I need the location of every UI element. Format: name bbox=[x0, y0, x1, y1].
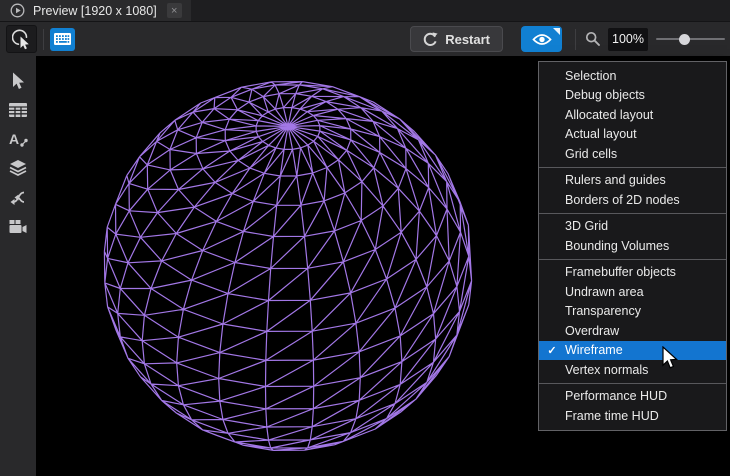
sidebar-item-text-styles[interactable]: A bbox=[3, 125, 33, 153]
video-camera-icon bbox=[9, 219, 27, 233]
zoom-slider[interactable] bbox=[656, 32, 725, 46]
menu-item-label: Bounding Volumes bbox=[565, 238, 670, 253]
play-icon bbox=[10, 3, 25, 18]
text-style-icon: A bbox=[9, 131, 28, 147]
menu-item-label: Overdraw bbox=[565, 323, 620, 338]
branch-arrows-icon bbox=[10, 191, 25, 205]
toolbar-separator bbox=[575, 28, 576, 50]
dropdown-corner-indicator bbox=[553, 28, 560, 35]
menu-separator bbox=[539, 212, 726, 214]
menu-item-borders-of-2d-nodes[interactable]: Borders of 2D nodes bbox=[539, 190, 726, 210]
eye-icon bbox=[531, 33, 552, 45]
svg-text:A: A bbox=[9, 131, 19, 147]
menu-item-label: Grid cells bbox=[565, 146, 618, 161]
menu-item-label: Performance HUD bbox=[565, 389, 668, 404]
menu-item-rulers-and-guides[interactable]: Rulers and guides bbox=[539, 171, 726, 191]
menu-separator bbox=[539, 258, 726, 260]
restart-button[interactable]: Restart bbox=[410, 26, 503, 52]
left-sidebar: A bbox=[0, 56, 36, 476]
menu-item-label: Actual layout bbox=[565, 127, 637, 142]
menu-item-framebuffer-objects[interactable]: Framebuffer objects bbox=[539, 263, 726, 283]
debug-view-menu: Selection Debug objects Allocated layout Ac… bbox=[538, 61, 727, 431]
menu-item-label: Frame time HUD bbox=[565, 408, 659, 423]
tab-bar: Preview [1920 x 1080] × bbox=[0, 0, 730, 22]
tab-close-icon[interactable]: × bbox=[166, 3, 182, 18]
menu-separator bbox=[539, 382, 726, 384]
tab-title: Preview [1920 x 1080] bbox=[33, 3, 157, 18]
menu-item-debug-objects[interactable]: Debug objects bbox=[539, 86, 726, 106]
menu-item-undrawn-area[interactable]: Undrawn area bbox=[539, 282, 726, 302]
sidebar-item-select[interactable] bbox=[3, 67, 33, 95]
preview-window: Preview [1920 x 1080] × Restart 100% A S… bbox=[0, 0, 730, 476]
zoom-slider-thumb[interactable] bbox=[679, 34, 691, 45]
menu-item-selection[interactable]: Selection bbox=[539, 66, 726, 86]
menu-item-label: 3D Grid bbox=[565, 219, 609, 234]
layers-icon bbox=[9, 160, 27, 176]
menu-item-vertex-normals[interactable]: Vertex normals bbox=[539, 360, 726, 380]
select-tool-button[interactable] bbox=[6, 25, 37, 53]
menu-item-label: Undrawn area bbox=[565, 284, 644, 299]
debug-view-dropdown-button[interactable] bbox=[521, 26, 562, 52]
keyboard-icon bbox=[54, 33, 71, 45]
menu-item-label: Wireframe bbox=[565, 343, 623, 358]
toolbar: Restart 100% bbox=[0, 22, 730, 56]
table-icon bbox=[9, 103, 27, 117]
menu-item-label: Rulers and guides bbox=[565, 173, 666, 188]
zoom-search-icon bbox=[585, 31, 600, 46]
menu-item-label: Allocated layout bbox=[565, 107, 654, 122]
restart-icon bbox=[423, 31, 438, 46]
mouse-cursor bbox=[662, 346, 679, 369]
menu-item-wireframe[interactable]: ✓ Wireframe bbox=[539, 340, 726, 360]
zoom-level-value[interactable]: 100% bbox=[608, 27, 648, 51]
menu-item-frame-time-hud[interactable]: Frame time HUD bbox=[539, 406, 726, 426]
sidebar-item-layers[interactable] bbox=[3, 154, 33, 182]
menu-item-label: Framebuffer objects bbox=[565, 265, 676, 280]
sidebar-item-grid-table[interactable] bbox=[3, 96, 33, 124]
sidebar-item-camera[interactable] bbox=[3, 212, 33, 240]
menu-item-overdraw[interactable]: Overdraw bbox=[539, 321, 726, 341]
menu-item-label: Selection bbox=[565, 68, 617, 83]
checkmark-icon: ✓ bbox=[547, 344, 557, 357]
tab-preview[interactable]: Preview [1920 x 1080] × bbox=[0, 0, 191, 21]
zoom-slider-track[interactable] bbox=[656, 38, 725, 40]
menu-item-performance-hud[interactable]: Performance HUD bbox=[539, 387, 726, 407]
menu-item-transparency[interactable]: Transparency bbox=[539, 302, 726, 322]
menu-item-actual-layout[interactable]: Actual layout bbox=[539, 125, 726, 145]
menu-item-grid-cells[interactable]: Grid cells bbox=[539, 144, 726, 164]
menu-item-bounding-volumes[interactable]: Bounding Volumes bbox=[539, 236, 726, 256]
menu-item-label: Borders of 2D nodes bbox=[565, 192, 680, 207]
restart-label: Restart bbox=[445, 31, 490, 47]
menu-separator bbox=[539, 166, 726, 168]
virtual-keyboard-button[interactable] bbox=[50, 27, 75, 51]
menu-item-label: Debug objects bbox=[565, 88, 645, 103]
menu-item-label: Vertex normals bbox=[565, 362, 649, 377]
menu-item-allocated-layout[interactable]: Allocated layout bbox=[539, 105, 726, 125]
sidebar-item-node-connections[interactable] bbox=[3, 183, 33, 211]
toolbar-separator bbox=[43, 28, 44, 50]
cursor-click-icon bbox=[11, 28, 29, 49]
pointer-icon bbox=[13, 72, 24, 89]
menu-item-3d-grid[interactable]: 3D Grid bbox=[539, 217, 726, 237]
menu-item-label: Transparency bbox=[565, 304, 641, 319]
